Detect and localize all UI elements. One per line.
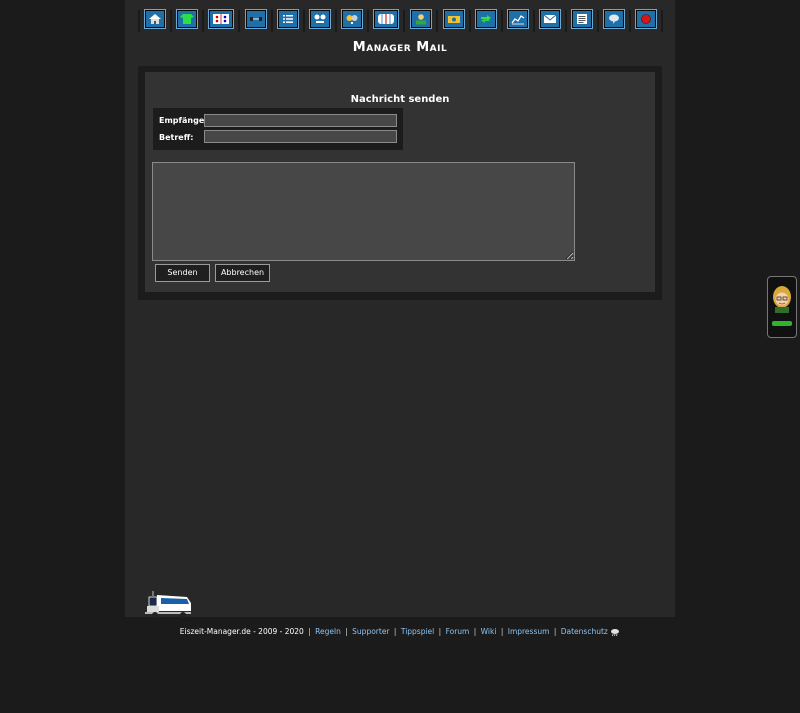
- toolbar-separator: [469, 10, 471, 32]
- side-widget[interactable]: [767, 276, 797, 338]
- copyright-text: Eiszeit-Manager.de - 2009 - 2020: [179, 627, 304, 636]
- toolbar-separator: [238, 10, 240, 32]
- message-form: Nachricht senden Empfänger: Betreff: Sen…: [145, 72, 655, 292]
- toolbar-separator: [661, 10, 663, 32]
- widget-badge: [772, 321, 792, 326]
- manager-icon[interactable]: [410, 9, 432, 29]
- shirt-icon[interactable]: [176, 9, 198, 29]
- toolbar-separator: [565, 10, 567, 32]
- toolbar-separator: [629, 10, 631, 32]
- form-heading: Nachricht senden: [350, 94, 450, 105]
- nav-toolbar: [135, 4, 665, 34]
- arena-icon[interactable]: [373, 9, 399, 29]
- weather-icon: [610, 627, 620, 636]
- subject-input[interactable]: [204, 130, 397, 143]
- toolbar-separator: [202, 10, 204, 32]
- message-textarea[interactable]: [152, 162, 575, 261]
- toolbar-separator: [271, 10, 273, 32]
- toolbar-separator: [533, 10, 535, 32]
- link-regeln[interactable]: Regeln: [315, 627, 341, 636]
- message-panel: Nachricht senden Empfänger: Betreff: Sen…: [138, 66, 662, 300]
- avatar-icon: [773, 286, 791, 313]
- toolbar-separator: [501, 10, 503, 32]
- toolbar-separator: [303, 10, 305, 32]
- transfer-icon[interactable]: [475, 9, 497, 29]
- toolbar-separator: [597, 10, 599, 32]
- list-icon[interactable]: [277, 9, 299, 29]
- recipient-input[interactable]: [204, 114, 397, 127]
- link-forum[interactable]: Forum: [446, 627, 470, 636]
- subject-label: Betreff:: [159, 133, 194, 142]
- toolbar-separator: [403, 10, 405, 32]
- zamboni-icon: [143, 589, 197, 623]
- link-tippspiel[interactable]: Tippspiel: [401, 627, 434, 636]
- mail-icon[interactable]: [539, 9, 561, 29]
- home-icon[interactable]: [144, 9, 166, 29]
- cancel-button[interactable]: Abbrechen: [215, 264, 270, 282]
- link-supporter[interactable]: Supporter: [352, 627, 389, 636]
- trophy-icon[interactable]: [341, 9, 363, 29]
- link-wiki[interactable]: Wiki: [481, 627, 497, 636]
- header-fields: Empfänger: Betreff:: [153, 108, 403, 150]
- toolbar-separator: [367, 10, 369, 32]
- logout-icon[interactable]: [635, 9, 657, 29]
- training-icon[interactable]: [245, 9, 267, 29]
- toolbar-separator: [335, 10, 337, 32]
- lineup-icon[interactable]: [208, 9, 234, 29]
- news-icon[interactable]: [571, 9, 593, 29]
- page-container: Manager Mail Nachricht senden Empfänger:…: [125, 0, 675, 618]
- stats-icon[interactable]: [507, 9, 529, 29]
- send-button[interactable]: Senden: [155, 264, 210, 282]
- toolbar-separator: [138, 10, 140, 32]
- link-impressum[interactable]: Impressum: [508, 627, 550, 636]
- toolbar-separator: [436, 10, 438, 32]
- footer: Eiszeit-Manager.de - 2009 - 2020 | Regel…: [0, 627, 800, 637]
- toolbar-separator: [170, 10, 172, 32]
- finance-icon[interactable]: [443, 9, 465, 29]
- page-title: Manager Mail: [352, 40, 448, 55]
- chat-icon[interactable]: [603, 9, 625, 29]
- match-icon[interactable]: [309, 9, 331, 29]
- link-datenschutz[interactable]: Datenschutz: [561, 627, 608, 636]
